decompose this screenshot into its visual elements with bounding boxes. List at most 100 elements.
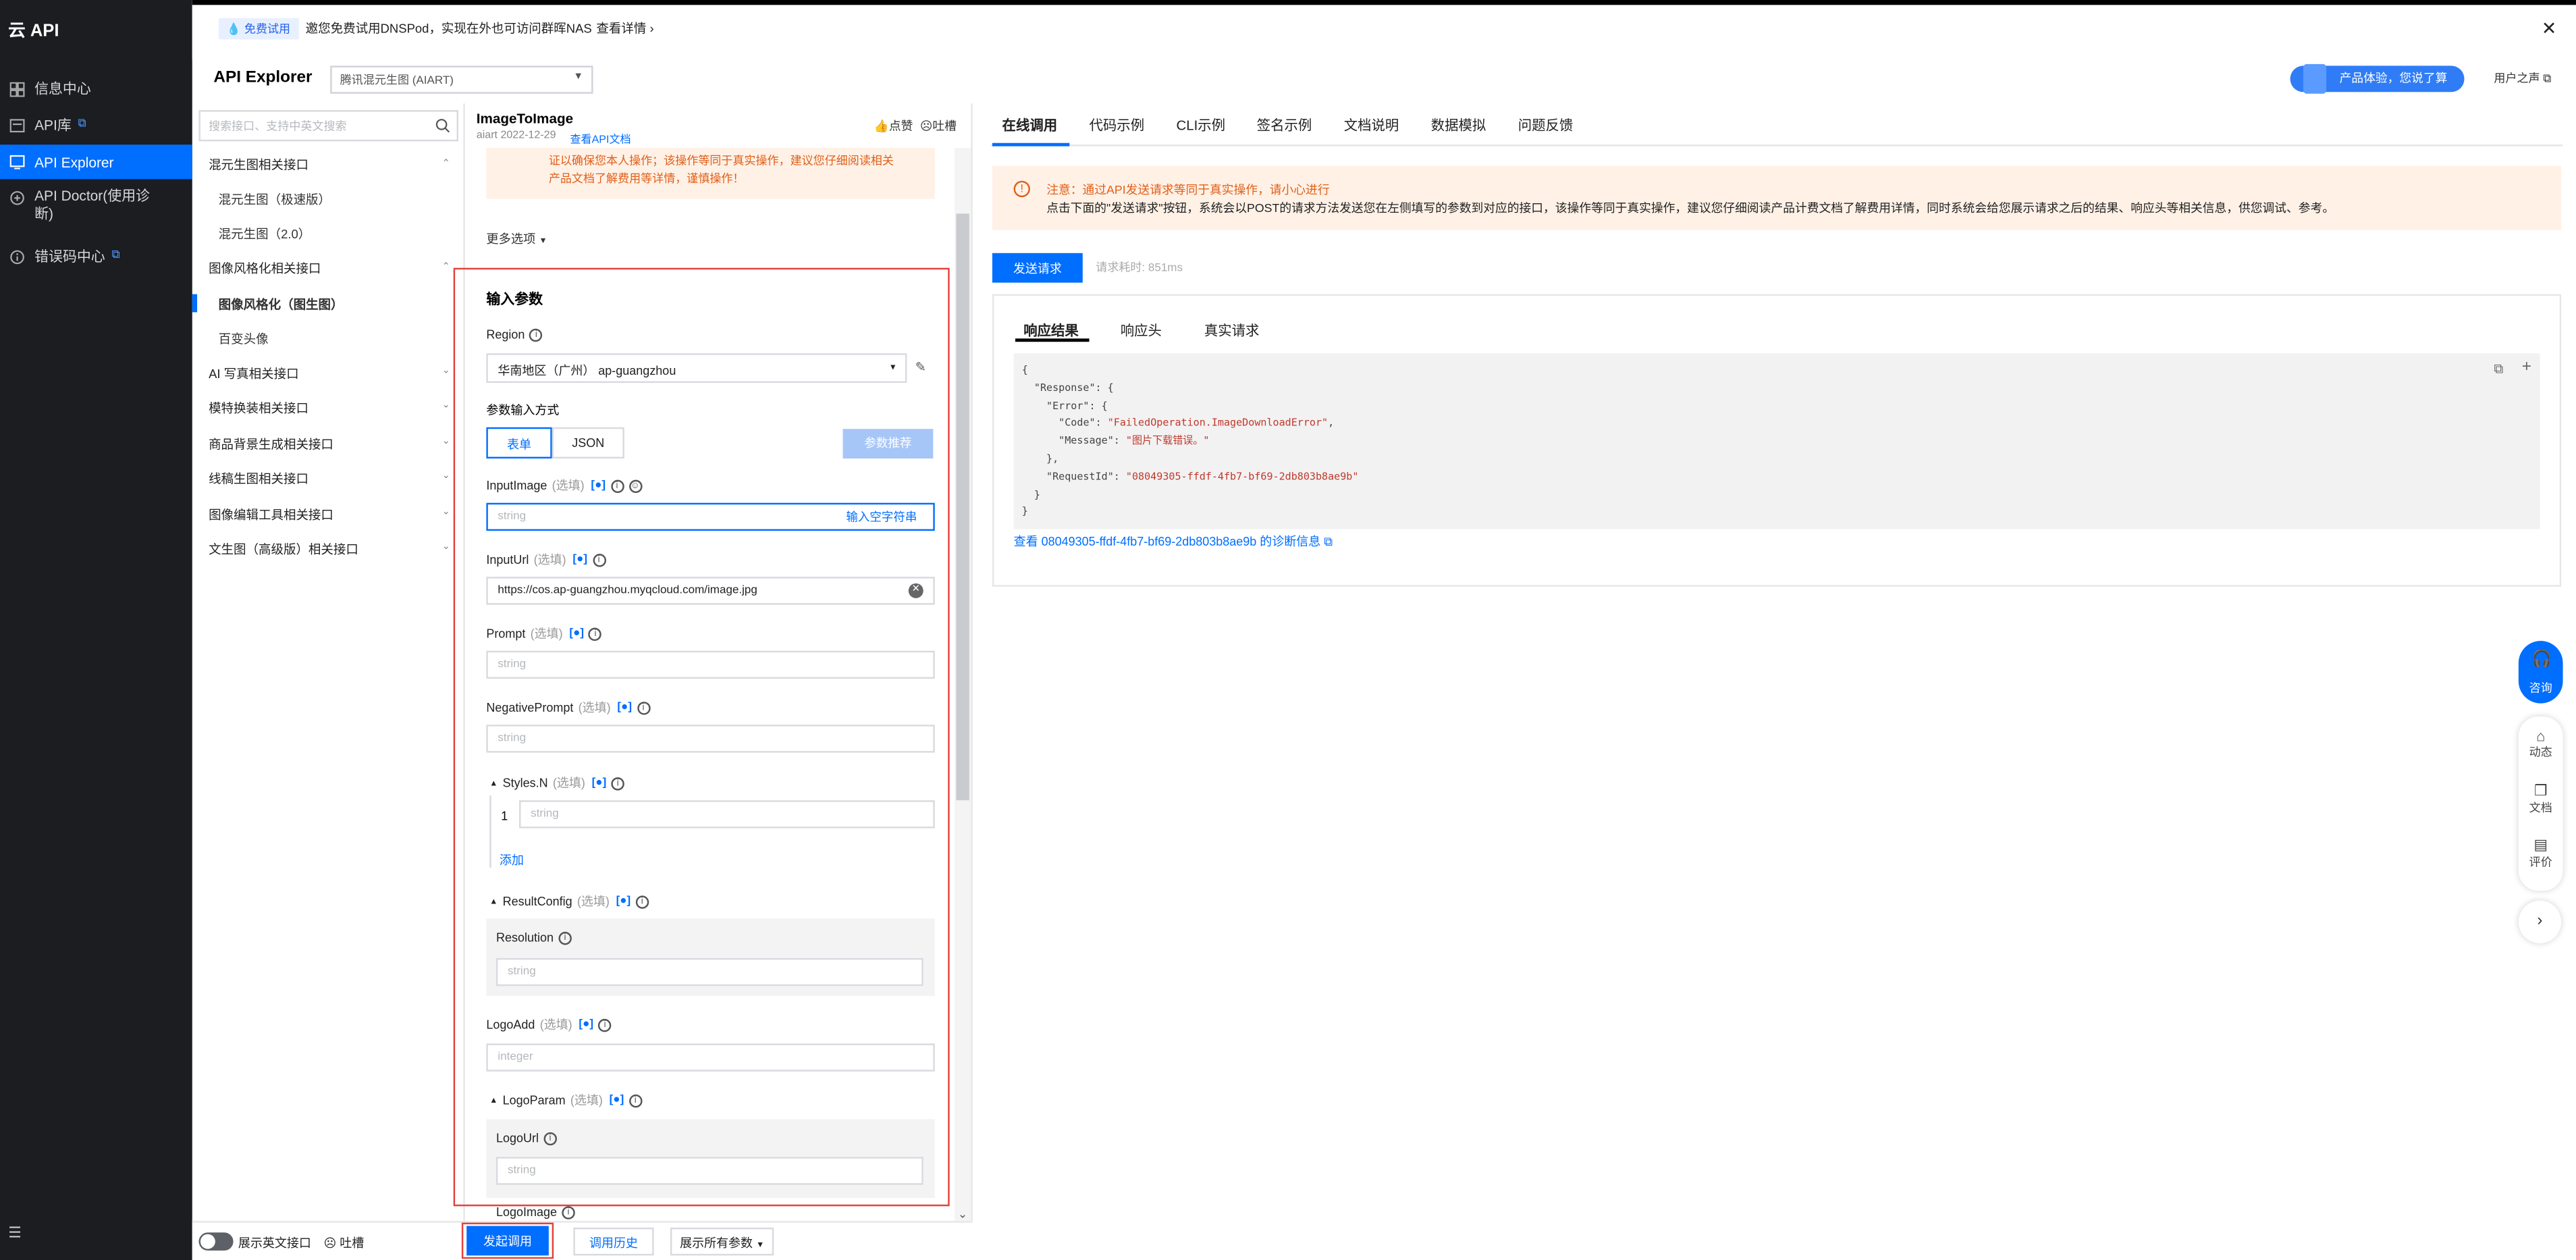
chevron-right-icon[interactable]: › [2518,900,2562,943]
scrollbar-thumb[interactable] [956,213,969,801]
info-icon[interactable]: i [611,776,625,790]
tab-sign-example[interactable]: 签名示例 [1257,115,1312,134]
notice-link[interactable]: 查看详情 › [596,20,653,38]
input-url-field[interactable]: https://cos.ap-guangzhou.myqcloud.com/im… [486,577,935,605]
tab-cli-example[interactable]: CLI示例 [1177,115,1226,134]
api-doc-link[interactable]: 查看API文档 [570,130,630,147]
chevron-up-icon[interactable]: ⌃ [442,158,450,169]
clear-icon[interactable]: ✕ [908,583,923,598]
menu-icon[interactable]: ☰ [8,1224,22,1242]
info-icon[interactable]: i [637,700,650,714]
tab-response-headers[interactable]: 响应头 [1121,321,1162,340]
sidebar-item-info-center[interactable]: 信息中心 [0,76,192,102]
styles-item-field[interactable]: string [519,800,935,829]
api-item-current[interactable]: 图像风格化（图生图） [219,296,344,314]
empty-string-button[interactable]: 输入空字符串 [846,509,917,525]
grid-icon [9,81,25,97]
api-group[interactable]: 商品背景生成相关接口 [209,436,333,454]
review-button[interactable]: ▤ 评价 [2519,837,2563,871]
chevron-up-icon[interactable]: ⌃ [442,261,450,273]
expand-icon[interactable]: + [2522,359,2531,377]
resolution-field[interactable]: string [495,957,923,987]
chevron-down-icon[interactable]: ⌄ [442,365,450,377]
tab-form[interactable]: 表单 [486,427,552,459]
prompt-field[interactable]: string [486,650,935,679]
api-search-input[interactable]: 搜索接口、支持中英文搜索 [198,110,459,142]
info-icon[interactable]: i [610,479,624,492]
tab-code-example[interactable]: 代码示例 [1090,115,1145,134]
face-icon[interactable]: ☺ [628,479,642,492]
api-item[interactable]: 混元生图（极速版） [219,190,331,209]
complain-button-bottom[interactable]: ☹ 吐槽 [323,1234,364,1253]
api-group[interactable]: 图像编辑工具相关接口 [209,506,333,525]
tab-online-call[interactable]: 在线调用 [1002,115,1058,134]
user-voice-link[interactable]: 用户之声 ⧉ [2494,71,2551,87]
info-icon[interactable]: i [628,1093,643,1107]
diagnose-link[interactable]: 查看 08049305-ffdf-4fb7-bf69-2db803b8ae9b … [1014,533,1333,551]
scroll-down-icon[interactable]: ⌄ [958,1208,967,1221]
chevron-down-icon[interactable]: ⌄ [442,470,450,481]
news-button[interactable]: ⌂ 动态 [2519,728,2563,761]
show-all-params-select[interactable]: 展示所有参数 ▼ [670,1227,774,1256]
logo-add-field[interactable]: integer [486,1043,935,1072]
chevron-down-icon[interactable]: ⌄ [442,506,450,518]
complain-label: 吐槽 [340,1236,365,1251]
chevron-down-icon[interactable]: ⌄ [442,399,450,411]
close-icon[interactable]: ✕ [2542,18,2556,39]
api-item[interactable]: 混元生图（2.0） [219,225,311,243]
tag-icon: [●] [579,1018,594,1030]
api-item[interactable]: 百变头像 [219,330,269,348]
info-icon[interactable]: i [635,895,649,908]
recommend-params-button[interactable]: 参数推荐 [842,429,934,459]
result-config-label[interactable]: ▲ ResultConfig (选填) [●] i [489,892,649,910]
info-icon[interactable]: i [558,930,572,945]
info-icon[interactable]: i [592,552,606,567]
negative-prompt-field[interactable]: string [486,725,935,753]
api-group[interactable]: 文生图（高级版）相关接口 [209,541,358,559]
response-code[interactable]: { "Response": { "Error": { "Code": "Fail… [1013,353,2540,529]
tab-real-request[interactable]: 真实请求 [1204,321,1260,340]
info-icon[interactable]: i [589,627,602,640]
docs-button[interactable]: ❒ 文档 [2519,782,2563,816]
api-group[interactable]: AI 写真相关接口 [209,365,299,383]
edit-icon[interactable]: ✎ [915,360,926,375]
logo-url-label: LogoUrl i [496,1130,557,1145]
tab-feedback[interactable]: 问题反馈 [1518,115,1574,134]
tab-response-result[interactable]: 响应结果 [1023,321,1079,340]
caret-up-icon: ▲ [489,1095,498,1105]
product-select[interactable]: 腾讯混元生图 (AIART) ▼ [330,65,593,94]
add-item-button[interactable]: 添加 [500,851,524,870]
tab-json[interactable]: JSON [552,427,624,459]
more-options-toggle[interactable]: 更多选项 ▼ [486,230,547,248]
like-button[interactable]: 👍点赞 [874,118,913,134]
tab-mock[interactable]: 数据模拟 [1431,115,1486,134]
tab-doc[interactable]: 文档说明 [1344,115,1399,134]
info-icon[interactable]: i [562,1205,575,1219]
send-request-button[interactable]: 发送请求 [992,253,1083,283]
sidebar-item-error-codes[interactable]: 错误码中心 ⧉ [0,243,192,269]
sidebar-item-api-library[interactable]: API库 ⧉ [0,111,192,138]
consult-button[interactable]: 🎧 咨询 [2518,641,2563,704]
styles-label[interactable]: ▲ Styles.N (选填) [●] i [489,774,625,792]
history-button[interactable]: 调用历史 [573,1227,654,1256]
info-icon[interactable]: i [598,1018,612,1032]
info-icon[interactable]: i [543,1131,557,1145]
sidebar-item-api-doctor[interactable]: API Doctor(使用诊断) [0,187,192,230]
run-button[interactable]: 发起调用 [466,1226,549,1256]
logo-param-label[interactable]: ▲ LogoParam (选填) [●] i [489,1091,643,1109]
chevron-down-icon[interactable]: ⌄ [442,436,450,447]
region-select[interactable]: 华南地区（广州） ap-guangzhou ▼ [486,353,907,384]
feedback-promo-button[interactable]: 产品体验，您说了算 [2290,63,2465,94]
copy-icon[interactable]: ⧉ [2494,361,2503,377]
api-group[interactable]: 模特换装相关接口 [209,399,308,417]
api-group-stylize[interactable]: 图像风格化相关接口 [209,260,321,278]
chevron-down-icon[interactable]: ⌄ [442,541,450,552]
api-group[interactable]: 线稿生图相关接口 [209,470,308,488]
document-icon [2303,63,2327,94]
brand-logo[interactable]: 云 API [8,18,59,43]
info-icon[interactable]: i [529,327,543,341]
sidebar-item-api-explorer[interactable]: API Explorer [0,145,192,180]
complain-button[interactable]: ☹吐槽 [920,118,957,134]
api-group-hunyuan[interactable]: 混元生图相关接口 [209,156,308,174]
logo-url-field[interactable]: string [495,1157,923,1185]
